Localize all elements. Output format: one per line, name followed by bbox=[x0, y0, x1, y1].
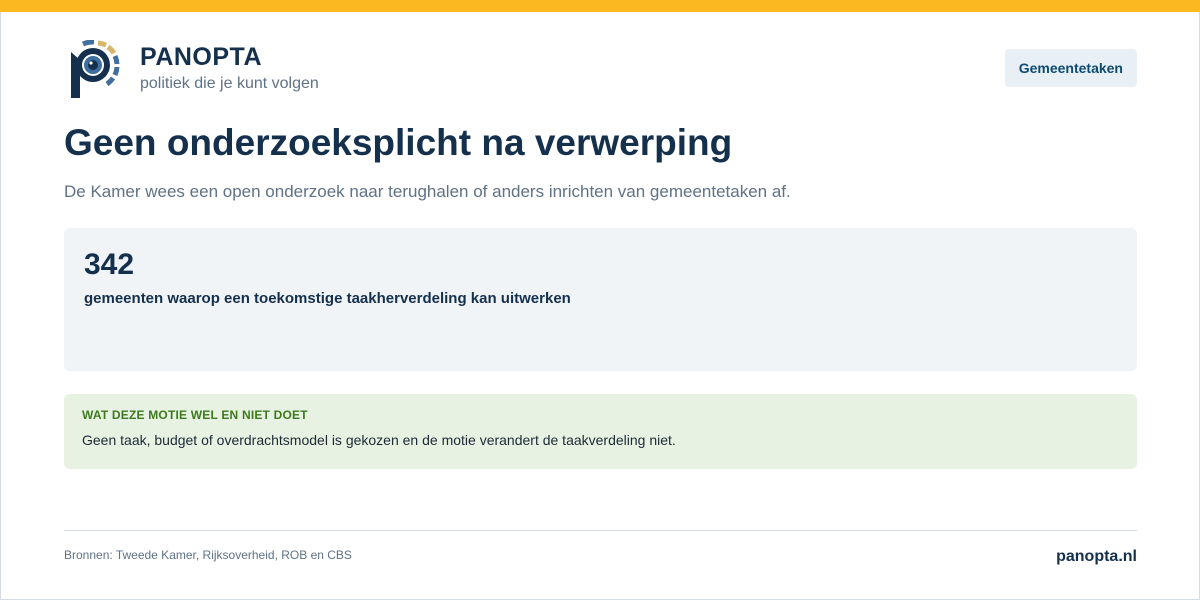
footer-divider bbox=[64, 530, 1137, 531]
panopta-eye-logo-icon bbox=[71, 40, 120, 98]
note-card: WAT DEZE MOTIE WEL EN NIET DOET Geen taa… bbox=[64, 394, 1137, 469]
note-heading: WAT DEZE MOTIE WEL EN NIET DOET bbox=[82, 408, 308, 422]
brand-name: PANOPTA bbox=[140, 43, 263, 71]
stat-card: 342 gemeenten waarop een toekomstige taa… bbox=[64, 228, 1137, 371]
site-link[interactable]: panopta.nl bbox=[1056, 548, 1137, 566]
accent-bar bbox=[0, 0, 1200, 12]
sources-text: Bronnen: Tweede Kamer, Rijksoverheid, RO… bbox=[64, 548, 352, 562]
stat-label: gemeenten waarop een toekomstige taakher… bbox=[84, 290, 571, 307]
brand-tagline: politiek die je kunt volgen bbox=[140, 75, 319, 92]
header: PANOPTA politiek die je kunt volgen Geme… bbox=[64, 40, 1137, 100]
stat-value: 342 bbox=[84, 248, 135, 281]
page-subtitle: De Kamer wees een open onderzoek naar te… bbox=[64, 182, 791, 201]
page-title: Geen onderzoeksplicht na verwerping bbox=[64, 122, 733, 163]
topic-button[interactable]: Gemeentetaken bbox=[1004, 49, 1137, 87]
note-text: Geen taak, budget of overdrachtsmodel is… bbox=[82, 432, 676, 448]
